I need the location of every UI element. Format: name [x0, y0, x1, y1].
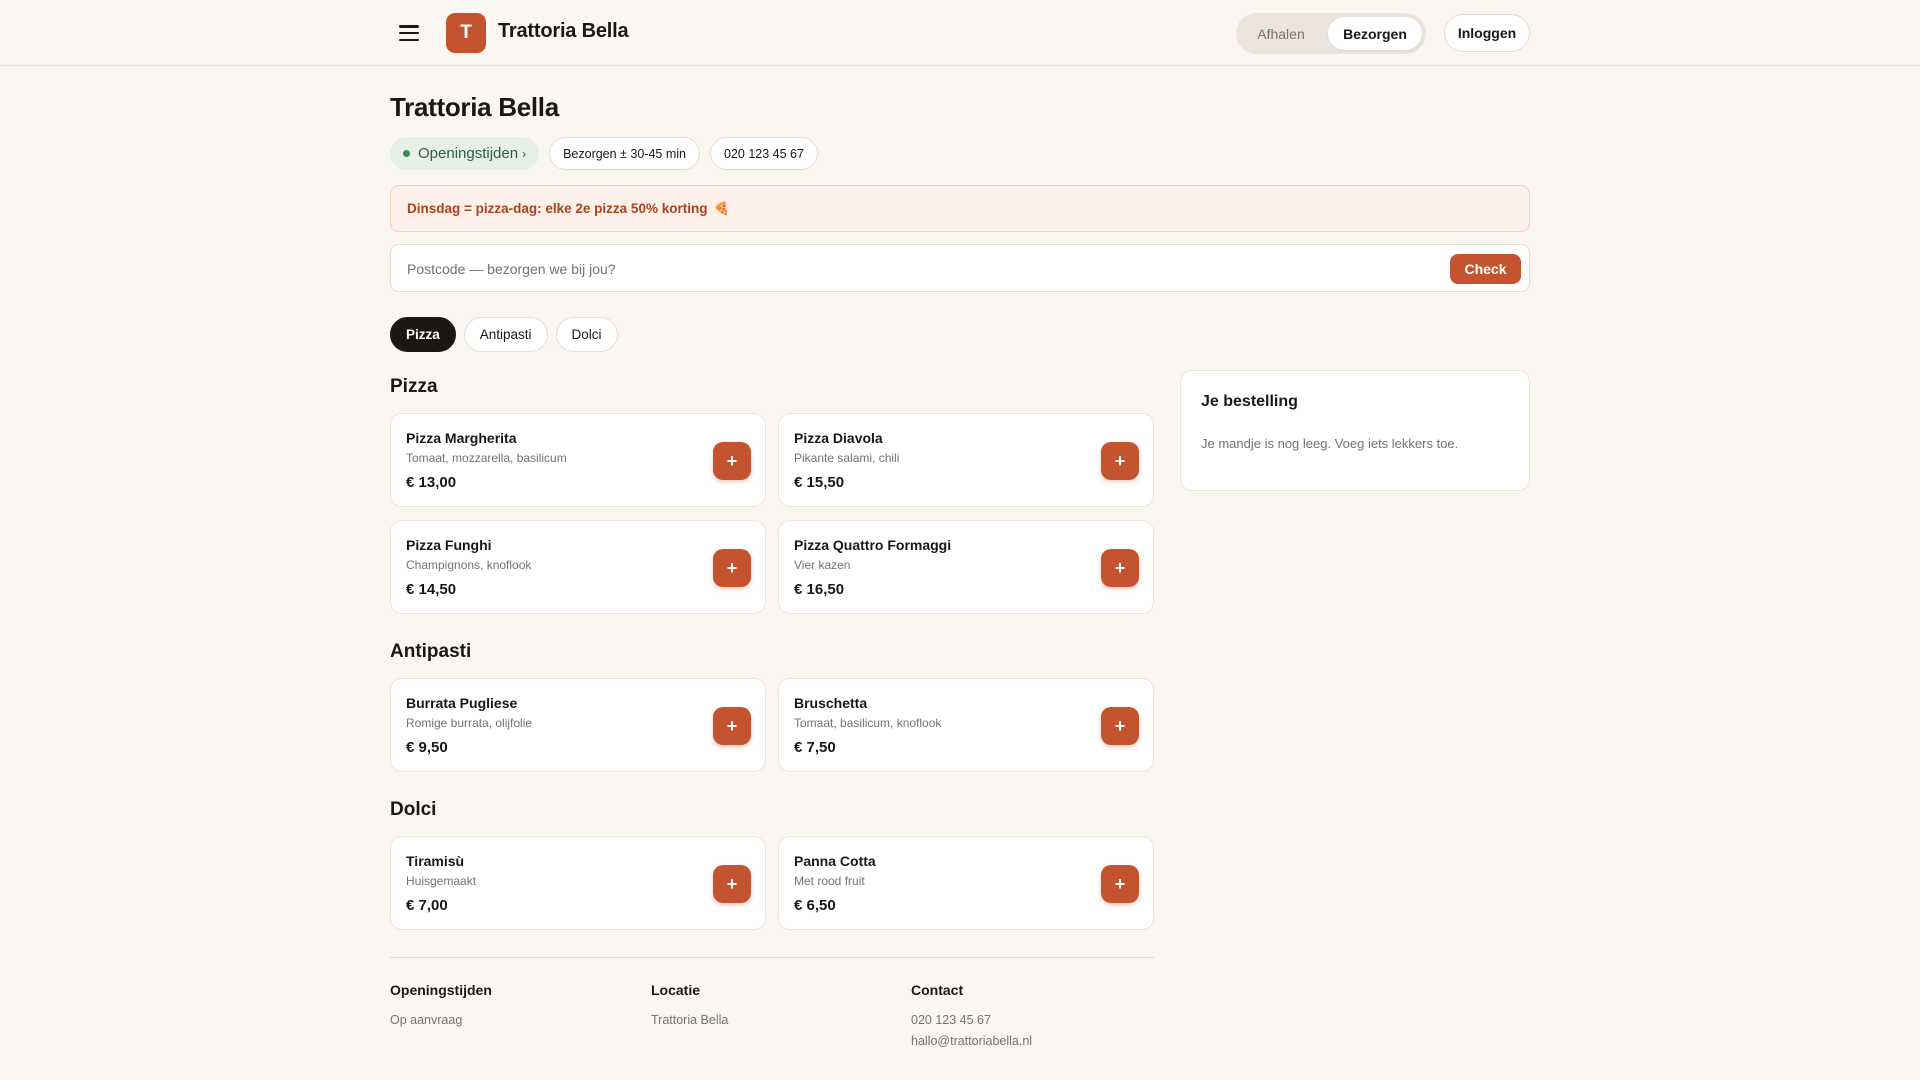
menu-item-card[interactable]: Tiramisù Huisgemaakt € 7,00 + [390, 836, 766, 930]
footer-contact-phone[interactable]: 020 123 45 67 [911, 1010, 1032, 1031]
item-price: € 13,00 [406, 474, 457, 491]
item-name: Pizza Funghi [406, 537, 492, 553]
login-button[interactable]: Inloggen [1444, 14, 1530, 52]
item-name: Pizza Margherita [406, 430, 517, 446]
pizza-icon: 🍕 [713, 200, 730, 216]
add-to-cart-button[interactable]: + [713, 865, 751, 903]
section-title-antipasti: Antipasti [390, 641, 472, 662]
add-to-cart-button[interactable]: + [1101, 707, 1139, 745]
item-name: Pizza Quattro Formaggi [794, 537, 952, 553]
tab-dolci[interactable]: Dolci [555, 317, 618, 352]
menu-item-card[interactable]: Panna Cotta Met rood fruit € 6,50 + [778, 836, 1154, 930]
item-description: Tomaat, mozzarella, basilicum [406, 451, 567, 465]
item-price: € 9,50 [406, 739, 448, 756]
item-name: Burrata Pugliese [406, 695, 518, 711]
mode-delivery-button[interactable]: Bezorgen [1328, 17, 1422, 50]
footer-contact-email[interactable]: hallo@trattoriabella.nl [911, 1031, 1032, 1052]
menu-icon[interactable] [398, 22, 420, 44]
section-title-dolci: Dolci [390, 799, 437, 820]
footer-contact-title: Contact [911, 982, 964, 998]
check-button[interactable]: Check [1450, 254, 1521, 284]
item-description: Champignons, knoflook [406, 558, 532, 572]
add-to-cart-button[interactable]: + [713, 442, 751, 480]
item-description: Vier kazen [794, 558, 851, 572]
item-name: Panna Cotta [794, 853, 876, 869]
phone-pill[interactable]: 020 123 45 67 [709, 137, 818, 170]
footer-contact: Contact 020 123 45 67 hallo@trattoriabel… [911, 982, 1032, 1052]
footer-location: Locatie Trattoria Bella [651, 982, 728, 1031]
item-description: Tomaat, basilicum, knoflook [794, 716, 942, 730]
order-panel: Je bestelling Je mandje is nog leeg. Voe… [1180, 370, 1530, 491]
footer-location-text: Trattoria Bella [651, 1013, 729, 1027]
page-title: Trattoria Bella [390, 92, 559, 122]
item-price: € 7,00 [406, 897, 448, 914]
mode-pickup-button[interactable]: Afhalen [1240, 17, 1322, 50]
footer-hours: Openingstijden Op aanvraag [390, 982, 492, 1031]
category-tabs: Pizza Antipasti Dolci [390, 317, 618, 352]
menu-item-card[interactable]: Pizza Funghi Champignons, knoflook € 14,… [390, 520, 766, 614]
footer-location-title: Locatie [651, 982, 701, 998]
chevron-right-icon: › [522, 146, 527, 161]
footer-hours-text: Op aanvraag [390, 1013, 463, 1027]
opening-hours-label: Openingstijden [418, 145, 519, 162]
add-to-cart-button[interactable]: + [1101, 442, 1139, 480]
menu-item-card[interactable]: Pizza Margherita Tomaat, mozzarella, bas… [390, 413, 766, 507]
tab-antipasti[interactable]: Antipasti [463, 317, 548, 352]
menu-item-card[interactable]: Pizza Quattro Formaggi Vier kazen € 16,5… [778, 520, 1154, 614]
postcode-check: Check [390, 244, 1530, 292]
item-description: Huisgemaakt [406, 874, 477, 888]
item-name: Bruschetta [794, 695, 868, 711]
item-price: € 15,50 [794, 474, 845, 491]
add-to-cart-button[interactable]: + [713, 549, 751, 587]
promo-text: Dinsdag = pizza-dag: elke 2e pizza 50% k… [407, 201, 708, 216]
footer-hours-title: Openingstijden [390, 982, 492, 998]
postcode-input[interactable] [407, 257, 1407, 281]
item-name: Pizza Diavola [794, 430, 883, 446]
tab-pizza[interactable]: Pizza [390, 317, 456, 352]
section-title-pizza: Pizza [390, 376, 438, 397]
item-price: € 16,50 [794, 581, 845, 598]
delivery-time-pill: Bezorgen ± 30-45 min [549, 137, 700, 170]
brand-name[interactable]: Trattoria Bella [498, 20, 629, 43]
empty-cart-message: Je mandje is nog leeg. Voeg iets lekkers… [1201, 436, 1459, 451]
item-price: € 7,50 [794, 739, 836, 756]
add-to-cart-button[interactable]: + [1101, 549, 1139, 587]
menu-item-card[interactable]: Burrata Pugliese Romige burrata, olijfol… [390, 678, 766, 772]
top-bar: T Trattoria Bella Afhalen Bezorgen Inlog… [0, 0, 1920, 66]
open-status-dot [403, 150, 410, 157]
order-mode-toggle: Afhalen Bezorgen [1236, 13, 1426, 54]
item-description: Met rood fruit [794, 874, 865, 888]
item-description: Romige burrata, olijfolie [406, 716, 533, 730]
opening-hours-pill[interactable]: Openingstijden › [390, 137, 540, 170]
item-price: € 14,50 [406, 581, 457, 598]
menu-item-card[interactable]: Pizza Diavola Pikante salami, chili € 15… [778, 413, 1154, 507]
info-pills: Openingstijden › Bezorgen ± 30-45 min 02… [390, 137, 818, 170]
footer-divider [390, 957, 1154, 958]
item-price: € 6,50 [794, 897, 836, 914]
item-name: Tiramisù [406, 853, 465, 869]
item-description: Pikante salami, chili [794, 451, 900, 465]
logo-badge: T [446, 13, 486, 53]
add-to-cart-button[interactable]: + [1101, 865, 1139, 903]
order-title: Je bestelling [1201, 393, 1298, 410]
menu-item-card[interactable]: Bruschetta Tomaat, basilicum, knoflook €… [778, 678, 1154, 772]
add-to-cart-button[interactable]: + [713, 707, 751, 745]
promo-banner: Dinsdag = pizza-dag: elke 2e pizza 50% k… [390, 185, 1530, 232]
